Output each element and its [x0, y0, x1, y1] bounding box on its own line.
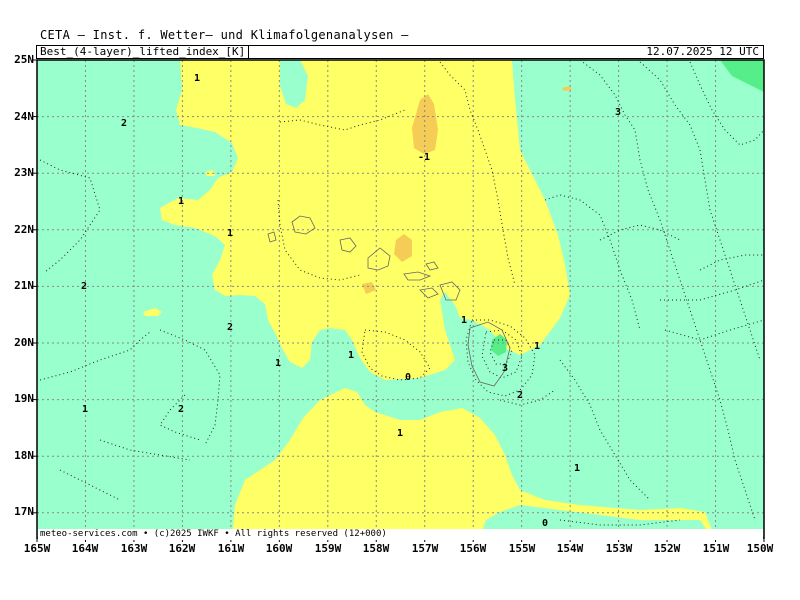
copyright-footer: meteo-services.com • (c)2025 IWKF • All … [38, 529, 763, 540]
contour-label: 1 [574, 463, 580, 474]
contour-label: 3 [615, 107, 621, 118]
lat-label: 23N [14, 166, 34, 179]
lon-label: 157W [411, 542, 439, 555]
lon-label: 151W [702, 542, 730, 555]
lon-label: 155W [508, 542, 536, 555]
contour-label: 2 [517, 390, 523, 401]
contour-label: 1 [534, 341, 540, 352]
contour-label: 2 [178, 404, 184, 415]
valid-datetime: 12.07.2025 12 UTC [646, 45, 759, 58]
lon-label: 159W [314, 542, 342, 555]
contour-label: 1 [227, 228, 233, 239]
title-bar: Best_(4-layer)_lifted_index_[K] 12.07.20… [36, 45, 764, 59]
lon-label: 152W [653, 542, 681, 555]
contour-label: 2 [227, 322, 233, 333]
contour-label: -1 [418, 152, 430, 163]
contour-label: 1 [461, 315, 467, 326]
lon-label: 156W [459, 542, 487, 555]
contour-label: 1 [82, 404, 88, 415]
lon-label: 162W [168, 542, 196, 555]
contour-label: 1 [348, 350, 354, 361]
contour-label: 3 [502, 363, 508, 374]
contour-label: 1 [178, 196, 184, 207]
lifted-index-map: 1 2 -1 3 1 1 2 2 1 1 1 0 1 3 2 1 2 1 1 0 [33, 59, 765, 542]
lat-label: 18N [14, 449, 34, 462]
lat-label: 25N [14, 53, 34, 66]
contour-label: 1 [397, 428, 403, 439]
contour-label: 0 [405, 372, 411, 383]
contour-label: 1 [194, 73, 200, 84]
contour-label: 0 [542, 518, 548, 529]
lon-label: 154W [556, 542, 584, 555]
lon-label: 153W [605, 542, 633, 555]
contour-label: 2 [121, 118, 127, 129]
contour-label: 2 [81, 281, 87, 292]
lat-label: 22N [14, 223, 34, 236]
lat-label: 19N [14, 392, 34, 405]
lat-label: 21N [14, 279, 34, 292]
lon-label: 161W [217, 542, 245, 555]
lon-label: 160W [265, 542, 293, 555]
parameter-title: Best_(4-layer)_lifted_index_[K] [37, 46, 250, 58]
lat-label: 20N [14, 336, 34, 349]
contour-label: 1 [275, 358, 281, 369]
lat-label: 24N [14, 110, 34, 123]
lat-label: 17N [14, 505, 34, 518]
lon-label: 150W [746, 542, 774, 555]
lon-label: 164W [71, 542, 99, 555]
lon-label: 163W [120, 542, 148, 555]
lon-label: 165W [23, 542, 51, 555]
lon-label: 158W [362, 542, 390, 555]
